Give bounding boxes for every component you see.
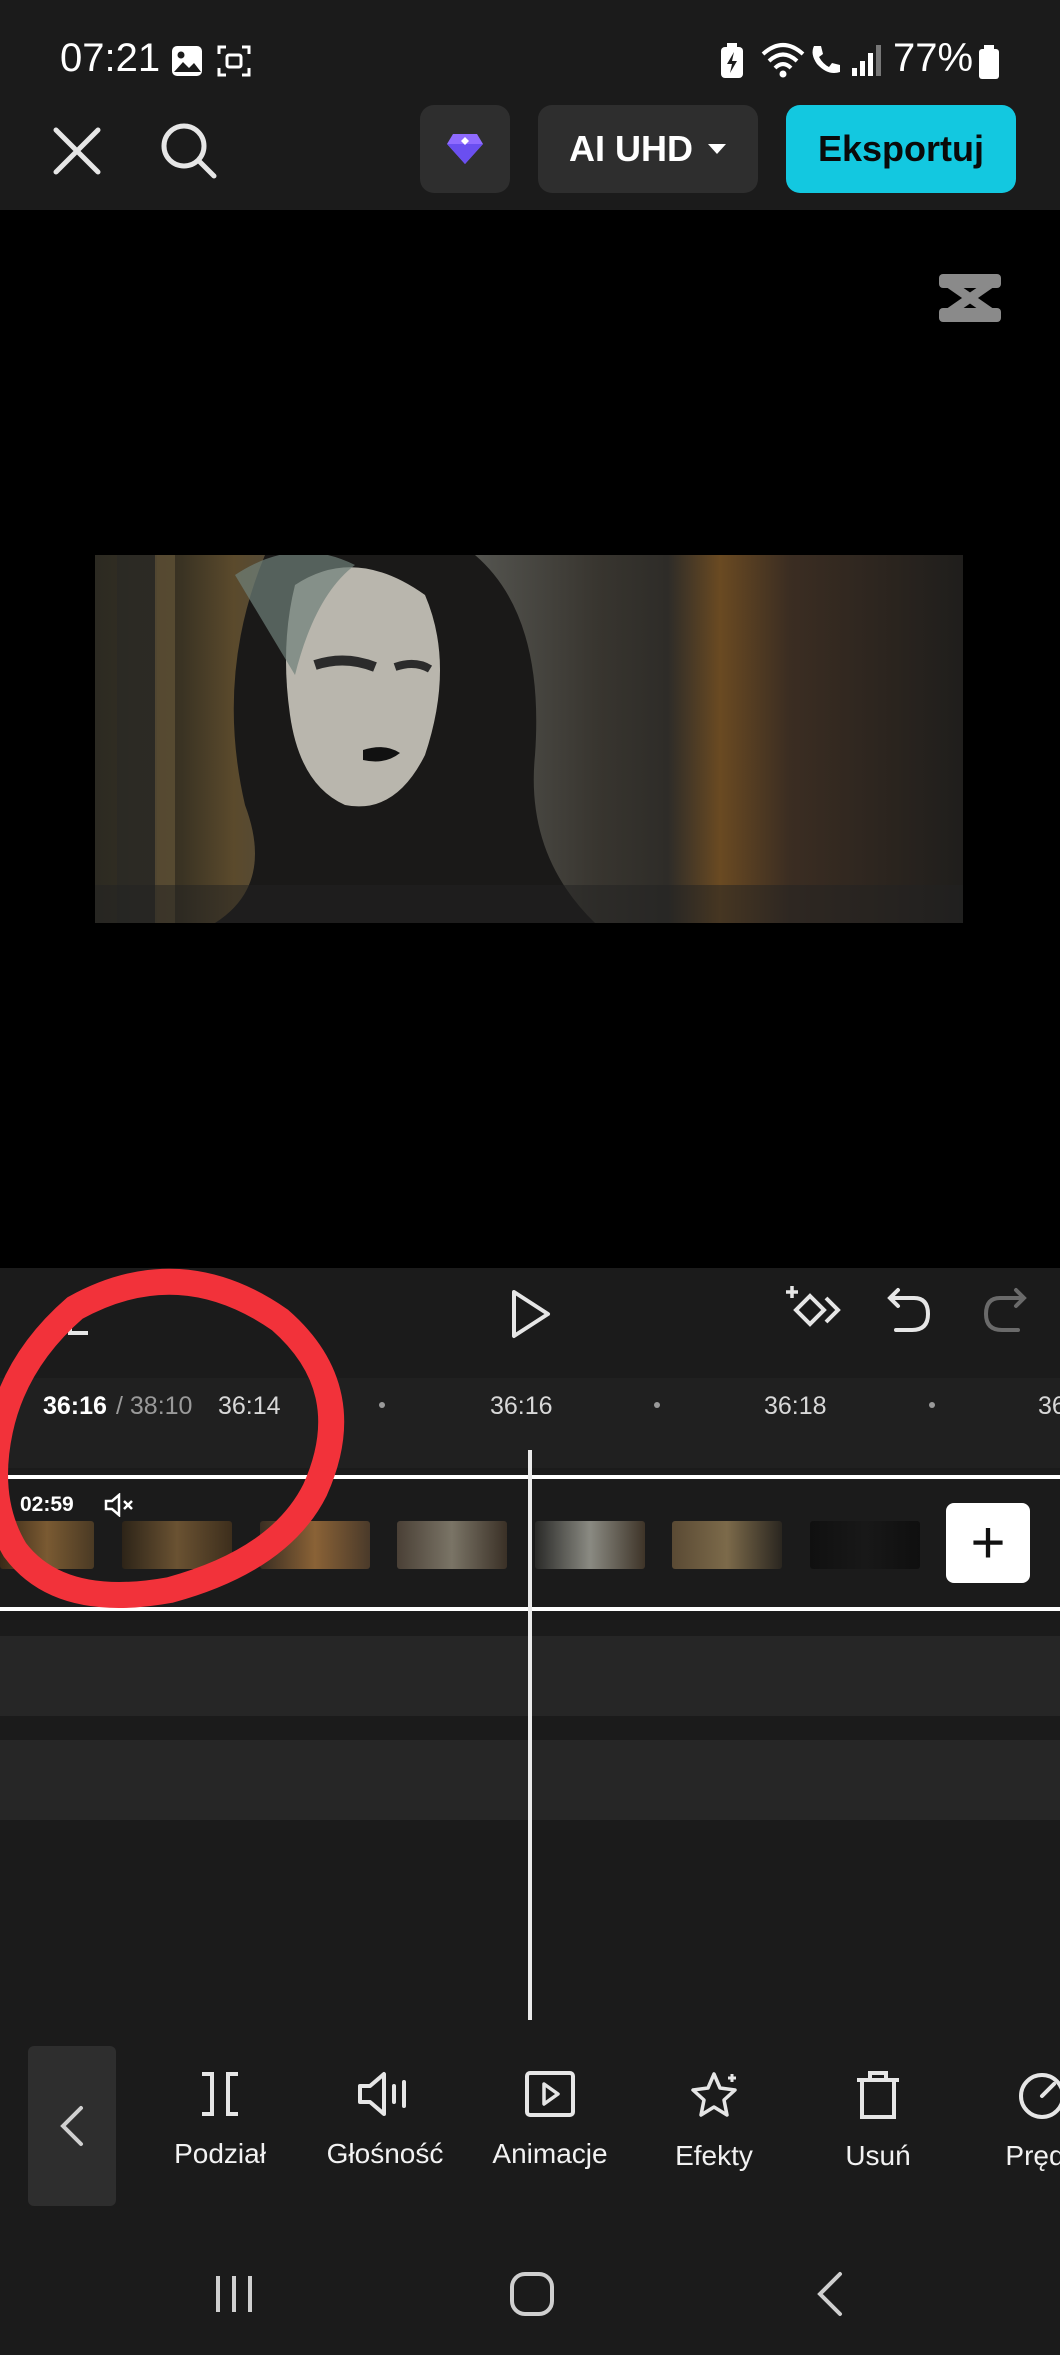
system-navigation-bar (0, 2230, 1060, 2355)
home-icon[interactable] (508, 2270, 556, 2318)
video-preview[interactable] (0, 210, 1060, 1268)
clip-thumbnail (535, 1521, 645, 1569)
search-icon[interactable] (158, 120, 220, 182)
status-time: 07:21 (60, 36, 161, 80)
close-icon[interactable] (50, 124, 104, 178)
animation-icon (525, 2071, 575, 2117)
tool-effects[interactable]: Efekty (634, 2070, 794, 2172)
battery-icon (979, 45, 999, 79)
caret-down-icon (708, 144, 726, 154)
tool-label: Głośność (326, 2138, 444, 2169)
ruler-dot (654, 1402, 660, 1408)
ruler-dot (379, 1402, 385, 1408)
chevron-left-icon (60, 2106, 83, 2146)
wifi-calling-icon (812, 46, 840, 73)
capcut-watermark-logo (939, 274, 1001, 322)
gallery-notification-icon (172, 46, 202, 76)
tool-split[interactable]: Podział (140, 2070, 300, 2170)
tool-delete[interactable]: Usuń (798, 2070, 958, 2172)
redo-icon[interactable] (982, 1284, 1028, 1334)
clip-thumbnail (260, 1521, 370, 1569)
pro-subscription-button[interactable] (420, 105, 510, 193)
battery-percentage: 77% (893, 36, 974, 80)
resolution-label: AI UHD (569, 128, 693, 169)
keyframe-add-icon[interactable] (784, 1282, 844, 1338)
battery-saver-icon (721, 43, 743, 78)
ruler-tick-label: 36 (1038, 1392, 1060, 1420)
export-button[interactable]: Eksportuj (786, 105, 1016, 193)
total-duration: / 38:10 (116, 1392, 193, 1420)
ruler-tick-label: 36:16 (490, 1392, 553, 1420)
clip-thumbnail (0, 1521, 94, 1569)
effects-icon (691, 2072, 737, 2117)
tool-label: Podział (174, 2138, 266, 2169)
ruler-dot (929, 1402, 935, 1408)
clip-thumbnail (810, 1521, 920, 1569)
video-editor-screen: 07:21 77% AI UHD Eksportuj 36:16 / 38:10… (0, 0, 1060, 2355)
split-icon (202, 2072, 238, 2116)
character-frame-image (95, 555, 963, 923)
clip-duration: 02:59 (20, 1493, 74, 1516)
status-bar: 07:21 77% (0, 0, 1060, 110)
wifi-icon (761, 43, 805, 78)
tool-label: Prędk (1005, 2140, 1060, 2171)
screen-capture-icon (217, 45, 251, 77)
resolution-dropdown[interactable]: AI UHD (538, 105, 758, 193)
tool-volume[interactable]: Głośność (305, 2070, 465, 2170)
tool-speed[interactable]: Prędk (962, 2070, 1060, 2172)
undo-icon[interactable] (886, 1284, 932, 1334)
current-time: 36:16 (43, 1392, 107, 1420)
clip-thumbnail (122, 1521, 232, 1569)
mute-icon[interactable] (104, 1493, 134, 1517)
editor-toolbar: AI UHD Eksportuj (0, 100, 1060, 210)
volume-icon (358, 2072, 406, 2116)
clip-tools-bar: Podział Głośność Animacje Efekty Usuń Pr… (0, 2030, 1060, 2230)
video-frame (95, 555, 963, 923)
clip-thumbnail (672, 1521, 782, 1569)
ruler-tick-label: 36:18 (764, 1392, 827, 1420)
tool-label: Animacje (492, 2138, 608, 2169)
play-icon[interactable] (508, 1288, 554, 1340)
fullscreen-icon[interactable] (68, 1313, 90, 1335)
clip-thumbnail (397, 1521, 507, 1569)
delete-icon (857, 2071, 899, 2119)
tools-back-button[interactable] (28, 2046, 116, 2206)
diamond-icon (447, 134, 483, 164)
signal-icon (852, 45, 881, 76)
back-icon[interactable] (812, 2270, 846, 2318)
recent-apps-icon[interactable] (212, 2272, 256, 2316)
tool-animation[interactable]: Animacje (470, 2070, 630, 2170)
playback-controls (0, 1268, 1060, 1378)
tool-label: Efekty (675, 2140, 753, 2171)
speed-icon (1019, 2073, 1060, 2119)
playhead[interactable] (528, 1450, 532, 2020)
ruler-tick-label: 36:14 (218, 1392, 281, 1420)
tool-label: Usuń (845, 2140, 911, 2171)
add-clip-button[interactable]: + (946, 1503, 1030, 1583)
